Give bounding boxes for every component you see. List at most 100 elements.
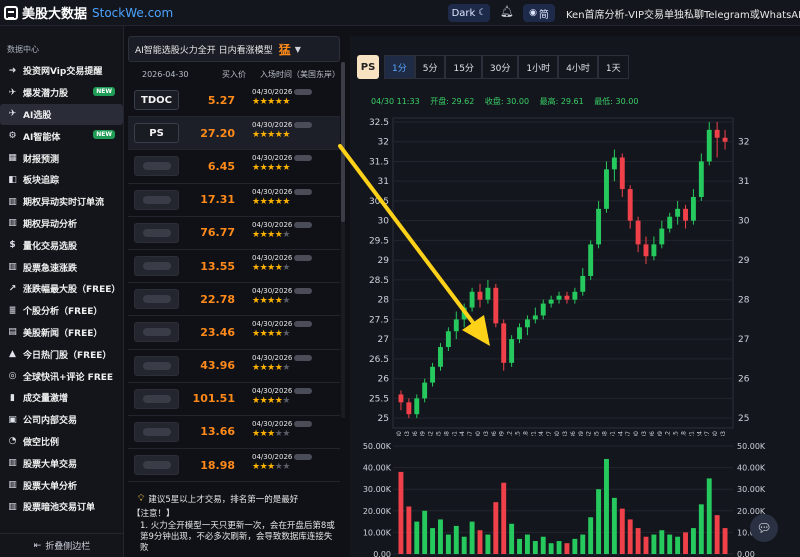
sidebar-item[interactable]: ▥ 股票大单分析 [0,474,123,496]
sidebar-item[interactable]: ▲ 今日热门股（FREE） [0,343,123,365]
candle-body [501,323,507,363]
sidebar-item[interactable]: ✈ 爆发潜力股 NEW [0,82,123,104]
volume-bar [501,482,507,554]
site-logo[interactable]: 美股大数据 StockWe.com [0,3,173,22]
sidebar-item[interactable]: ▥ 期权异动分析 [0,213,123,235]
stock-row[interactable]: 13.55 04/30/2026 ★★★★★ [128,250,340,284]
timeframe-tab[interactable]: 15分 [445,55,482,79]
sidebar-item[interactable]: ◧ 板块追踪 [0,169,123,191]
entry-date-text: 04/30/2026 [252,353,293,362]
bell-icon[interactable]: 🔔︎ [500,5,514,19]
new-badge: NEW [93,130,115,140]
ticker-button[interactable] [134,256,179,277]
candle-body [430,366,436,383]
sidebar-item[interactable]: $ 量化交易选股 [0,234,123,256]
ticker-button[interactable]: PS [134,123,179,144]
price-chart[interactable]: 32.5 32 31.5 31 30.5 30 29.5 29 28.5 28 27.5 27 26.5… [350,110,800,436]
ticker-button[interactable] [134,222,179,243]
timeframe-tab[interactable]: 1分 [384,55,415,79]
redacted-time [294,89,313,95]
sidebar-item[interactable]: ▥ 股票暗池交易订单 [0,496,123,518]
sidebar-item[interactable]: ✈ AI选股 [0,103,123,126]
volume-chart[interactable]: 50.00K 50.00K 40.00K 40.00K 30.00K 30.00K 20.0… [350,436,800,557]
ticker-button[interactable] [134,289,179,310]
sidebar-item[interactable]: ▣ 公司内部交易 [0,409,123,431]
ticker-button[interactable] [134,455,179,476]
candle-body [445,331,451,348]
star-icon: ★ [252,395,260,406]
timeframe-tab[interactable]: 30分 [481,55,519,79]
stock-row[interactable]: 43.96 04/30/2026 ★★★★★ [128,350,340,383]
sidebar-item[interactable]: ▤ 美股新闻（FREE） [0,322,123,344]
header-price: 买入价 [222,69,246,79]
scrollbar-thumb[interactable] [341,62,345,222]
sidebar-item[interactable]: ▥ 股票大单交易 [0,452,123,474]
ticker-button[interactable] [134,388,179,409]
sidebar-item[interactable]: ▥ 股票急速涨跌 [0,256,123,278]
globe-icon: ◉ [529,8,537,18]
right-tick-label: 29 [738,256,750,266]
timeframe-tab[interactable]: 1天 [597,55,629,79]
right-tick-label: 32 [738,138,749,148]
symbol-badge[interactable]: PS [357,55,379,79]
stock-row[interactable]: PS 27.20 04/30/2026 ★★★★★ [128,117,340,151]
timeframe-tab[interactable]: 1小时 [518,55,559,79]
stock-row[interactable]: 17.31 04/30/2026 ★★★★★ [128,184,340,217]
volume-bar [604,458,609,554]
right-tick-label: 25 [738,414,749,424]
stock-row[interactable]: 6.45 04/30/2026 ★★★★★ [128,150,340,184]
entry-date-text: 04/30/2026 [252,320,293,329]
ticker-button[interactable] [134,355,179,376]
sidebar-item[interactable]: ▥ 期权异动实时订单流 [0,191,123,213]
entry-info: 04/30/2026 ★★★★★ [252,188,338,207]
stock-row[interactable]: 23.46 04/30/2026 ★★★★★ [128,316,340,350]
stock-row[interactable]: 22.78 04/30/2026 ★★★★★ [128,283,340,317]
list-scrollbar[interactable] [341,62,345,418]
sidebar-item[interactable]: ➜ 投资网Vip交易提醒 [0,60,123,82]
timeframe-tab[interactable]: 4小时 [558,55,598,79]
sidebar-item[interactable]: ▮ 成交量激增 [0,387,123,409]
contact-banner[interactable]: Ken首席分析-VIP交易单独私聊Telegram或WhatsAPP~ [566,6,800,21]
candle-body [493,287,499,324]
chevron-down-icon: ▼ [294,44,301,54]
candle-body [422,382,428,399]
logo-text-cn: 美股大数据 [22,7,88,22]
chat-bubble-icon[interactable]: 💬︎ [750,514,778,542]
stock-row[interactable]: TDOC 5.27 04/30/2026 ★★★★★ [128,84,340,118]
ticker-button[interactable] [134,189,179,210]
stock-row[interactable]: 18.98 04/30/2026 ★★★★★ [128,449,340,483]
ticker-button[interactable] [134,421,179,442]
volume-right-tick-label: 40.00K [737,464,766,473]
star-icon: ★ [252,329,260,340]
ticker-button[interactable]: TDOC [134,90,179,111]
ticker-button[interactable] [134,156,179,177]
ticker-button[interactable] [134,322,179,343]
entry-date: 04/30/2026 [252,287,338,295]
sidebar-item[interactable]: ≣ 个股分析（FREE） [0,300,123,322]
star-icon: ★ [267,329,275,340]
volume-bar [675,536,681,554]
candle-body [619,157,625,190]
redacted-time [294,321,313,328]
sidebar-item[interactable]: ◔ 做空比例 [0,431,123,453]
sidebar-item[interactable]: ▦ 财报预测 [0,147,123,169]
model-select[interactable]: AI智能选股火力全开 日内看涨模型 猛 ▼ [128,36,340,62]
entry-info: 04/30/2026 ★★★★★ [252,121,338,140]
stock-row[interactable]: 101.51 04/30/2026 ★★★★★ [128,383,340,416]
collapse-sidebar-button[interactable]: ⇤ 折叠侧边栏 [0,533,124,557]
star-icon: ★ [252,296,260,307]
theme-toggle-button[interactable]: Dark ☾ [448,4,490,22]
stock-row[interactable]: 76.77 04/30/2026 ★★★★★ [128,217,340,250]
chart-panel: PS 1分 5分 15分 30分 1小时 4小时 1天 04/30 11:33 开盘: 29… [350,36,800,557]
timeframe-tab[interactable]: 5分 [414,55,446,79]
y-tick-label: 29 [378,256,390,266]
sidebar-item[interactable]: ⚙ AI智能体 NEW [0,125,123,147]
sidebar-item[interactable]: ◎ 全球快讯+评论 FREE [0,365,123,387]
y-tick-label: 25.5 [369,394,389,404]
entry-date-text: 04/30/2026 [252,386,293,395]
stock-row[interactable]: 13.66 04/30/2026 ★★★★★ [128,416,340,450]
redacted-time [294,188,313,195]
candle-body [414,398,420,415]
language-button[interactable]: ◉ 简 [523,4,555,22]
sidebar-item[interactable]: ↗ 涨跌幅最大股（FREE） [0,278,123,300]
